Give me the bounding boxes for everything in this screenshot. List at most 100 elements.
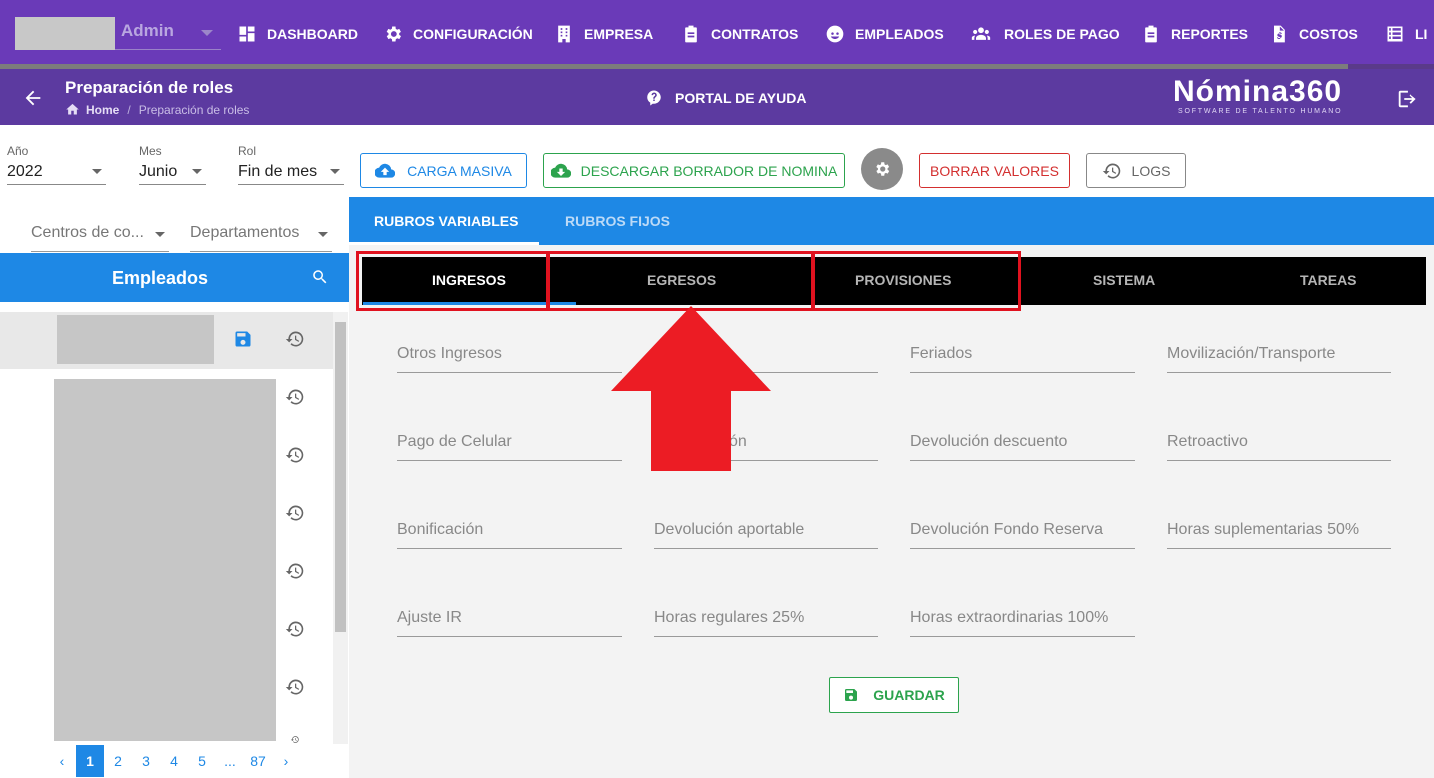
nav-listas[interactable]: LI [1385,20,1427,48]
input-field[interactable]: Feriados [910,341,1135,373]
settings-button[interactable] [861,148,903,190]
nav-dashboard[interactable]: DASHBOARD [237,20,358,48]
history-icon[interactable] [285,677,305,697]
nav-costos[interactable]: COSTOS [1269,20,1358,48]
nav-label: COSTOS [1299,26,1358,42]
help-portal-link[interactable]: PORTAL DE AYUDA [645,89,806,107]
cost-center-select[interactable]: Centros de co... [31,214,169,252]
role-selector[interactable]: Admin [115,17,221,50]
logs-button[interactable]: LOGS [1086,153,1186,188]
month-select[interactable]: Mes Junio [139,140,206,185]
input-field[interactable]: Otros Ingresos [397,341,622,373]
top-navbar: Admin DASHBOARD CONFIGURACIÓN EMPRESA CO… [0,0,1434,69]
page-last[interactable]: 87 [244,745,272,777]
page-2[interactable]: 2 [104,745,132,777]
next-page-icon[interactable]: › [272,745,300,777]
tab-rubros-variables[interactable]: RUBROS VARIABLES [374,213,518,229]
brand-logo: Nómina360 [1173,75,1343,108]
history-icon[interactable] [285,387,305,407]
nav-label: LI [1415,26,1428,42]
page-4[interactable]: 4 [160,745,188,777]
clipboard-icon [685,25,697,43]
input-field[interactable]: Devolución aportable [654,517,878,549]
download-draft-button[interactable]: DESCARGAR BORRADOR DE NOMINA [543,153,845,188]
main-tabs: RUBROS VARIABLES RUBROS FIJOS [349,197,1434,245]
department-select[interactable]: Departamentos [190,214,332,252]
nav-reportes[interactable]: REPORTES [1141,20,1248,48]
rol-value: Fin de mes [238,163,318,180]
input-field[interactable]: Pago de Celular [397,429,622,461]
nav-label: EMPLEADOS [855,26,944,42]
input-field[interactable]: Bonificación [397,517,622,549]
nav-empresa[interactable]: EMPRESA [554,20,653,48]
nav-label: CONFIGURACIÓN [413,26,533,42]
back-arrow-icon[interactable] [22,87,44,109]
annotation-arrow-up [611,306,771,471]
input-field[interactable]: Devolución descuento [910,429,1135,461]
prev-page-icon[interactable]: ‹ [48,745,76,777]
nav-label: EMPRESA [584,26,654,42]
page-title: Preparación de roles [65,78,234,97]
building-icon [558,25,570,43]
clear-values-label: BORRAR VALORES [930,162,1059,179]
page-5[interactable]: 5 [188,745,216,777]
brand-tagline: SOFTWARE DE TALENTO HUMANO [1178,108,1343,115]
history-icon[interactable] [285,735,305,744]
logout-icon[interactable] [1396,88,1418,110]
rol-select[interactable]: Rol Fin de mes [238,140,344,185]
bulk-upload-button[interactable]: CARGA MASIVA [360,153,527,188]
cloud-upload-icon [375,163,396,178]
input-field[interactable]: Horas suplementarias 50% [1167,517,1391,549]
history-icon[interactable] [285,329,305,349]
list-icon [1387,26,1403,42]
help-icon [647,90,661,106]
history-icon[interactable] [285,445,305,465]
year-select[interactable]: Año 2022 [7,140,106,185]
gear-icon [876,162,890,176]
input-field[interactable]: Retroactivo [1167,429,1391,461]
nav-contratos[interactable]: CONTRATOS [681,20,798,48]
scrollbar-thumb[interactable] [335,322,346,632]
breadcrumb-separator: / [127,102,131,117]
nav-label: DASHBOARD [267,26,358,42]
annotation-box-ingresos [356,251,549,311]
breadcrumb-current: Preparación de roles [138,102,250,117]
gear-icon [386,26,401,42]
chevron-down-icon [192,169,202,174]
scrollbar[interactable] [333,312,348,744]
history-icon[interactable] [285,561,305,581]
input-field[interactable]: Ajuste IR [397,605,622,637]
search-icon[interactable] [311,268,329,286]
month-value: Junio [139,163,178,180]
cost-center-placeholder: Centros de co... [31,224,144,241]
clear-values-button[interactable]: BORRAR VALORES [919,153,1070,188]
nav-empleados[interactable]: EMPLEADOS [825,20,944,48]
input-field[interactable]: Devolución Fondo Reserva [910,517,1135,549]
save-button[interactable]: GUARDAR [829,677,959,713]
page-1[interactable]: 1 [76,745,104,777]
page-3[interactable]: 3 [132,745,160,777]
breadcrumb-home[interactable]: Home [86,103,119,117]
download-draft-label: DESCARGAR BORRADOR DE NOMINA [580,162,838,179]
subtab-sistema[interactable]: SISTEMA [1093,272,1155,288]
subtab-tareas[interactable]: TAREAS [1300,272,1357,288]
user-avatar-redacted [15,17,115,50]
nav-roles-de-pago[interactable]: ROLES DE PAGO [968,20,1120,48]
input-field[interactable]: Horas extraordinarias 100% [910,605,1135,637]
nav-configuracion[interactable]: CONFIGURACIÓN [383,20,533,48]
employees-title: Empleados [112,268,209,288]
page-header: Preparación de roles Home / Preparación … [0,69,1434,125]
tab-rubros-fijos[interactable]: RUBROS FIJOS [565,213,670,229]
history-icon [1102,163,1120,178]
employee-list-redacted [54,379,276,741]
save-icon[interactable] [233,329,253,349]
save-label: GUARDAR [873,687,945,703]
clipboard-icon [1145,25,1157,43]
input-field[interactable]: Movilización/Transporte [1167,341,1391,373]
input-field[interactable]: Horas regulares 25% [654,605,878,637]
employees-header: Empleados [0,253,349,302]
history-icon[interactable] [285,619,305,639]
chevron-down-icon [330,169,340,174]
nav-label: ROLES DE PAGO [1004,26,1120,42]
history-icon[interactable] [285,503,305,523]
